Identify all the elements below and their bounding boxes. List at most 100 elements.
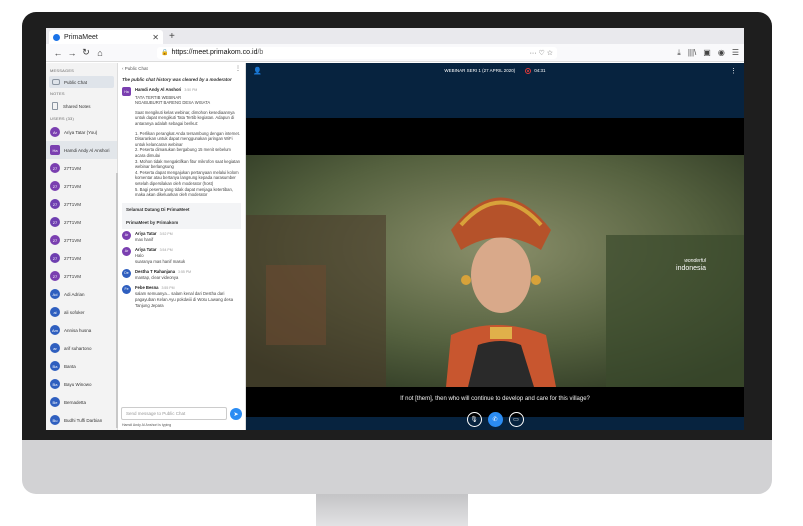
monitor-stand (316, 494, 468, 526)
user-list-item[interactable]: al ali sofoker (46, 303, 117, 321)
user-name: Banta (64, 363, 76, 369)
message-heading: TATA TERTIB WEBINAR NGABUBURIT BARENG DE… (135, 94, 211, 106)
tab-title: PrimaMeet (64, 33, 98, 41)
user-list-item[interactable]: 27 27T1VM (46, 213, 117, 231)
sender-name: Ariya Tatar (135, 246, 157, 252)
chat-panel: ‹ Public Chat ⋮ The public chat history … (118, 63, 246, 430)
url-bar[interactable]: 🔒 https://meet.primakom.co.id/b ··· ♡ ☆ (157, 46, 557, 59)
shared-notes-item[interactable]: Shared Notes (49, 100, 114, 112)
user-list-item[interactable]: Ba Banta (46, 357, 117, 375)
message-time: 3:55 PM (178, 269, 192, 274)
browser-toolbar: ← → ↻ ⌂ 🔒 https://meet.primakom.co.id/b … (46, 44, 744, 62)
user-list-item[interactable]: Ba Bayu Winowo (46, 375, 117, 393)
back-icon[interactable]: ← (51, 48, 65, 58)
url-path: /b (257, 49, 264, 56)
download-icon[interactable]: ⤓ (677, 48, 681, 58)
user-name: arif suhartono (64, 345, 92, 351)
sender-name: Hamdi Andy Al Anshori (135, 87, 182, 92)
sender-name: Destha T Rahanjana (135, 268, 176, 274)
avatar: Ar (122, 230, 131, 240)
user-list-item[interactable]: Be Bernadetta (46, 393, 117, 411)
back-to-public-chat[interactable]: ‹ Public Chat (122, 66, 148, 71)
phone-icon[interactable]: ✆ (487, 412, 503, 427)
forward-icon[interactable]: → (65, 48, 79, 58)
user-list-item[interactable]: 27 27T1VM (46, 249, 117, 267)
watermark-top: wonderful (684, 258, 706, 264)
message-time: 3:50 PM (184, 88, 198, 92)
browser-tab[interactable]: PrimaMeet ✕ (49, 30, 163, 44)
screen-share-icon[interactable]: ▭ (508, 412, 524, 427)
video-frame: wonderful indonesia (246, 155, 744, 387)
user-name: 27T1VM (64, 183, 82, 189)
record-icon[interactable] (525, 68, 532, 74)
document-icon (52, 102, 58, 110)
lock-icon: 🔒 (161, 50, 169, 56)
message-text: max hanif (135, 237, 154, 243)
user-name: Bayu Winowo (64, 381, 92, 387)
user-list: Ar Ariya Tatar (You) Ha Hamdi Andy Al Ansho… (46, 123, 117, 429)
user-list-item[interactable]: 27 27T1VM (46, 231, 117, 249)
user-list-item[interactable]: Am Annisa husna (46, 321, 117, 339)
user-list-panel: MESSAGES Public Chat NOTES Shared Notes … (46, 63, 118, 430)
user-list-item[interactable]: Bu Budhi Tuffi Darbian (46, 411, 117, 429)
library-icon[interactable]: |||\ (688, 48, 696, 58)
user-list-item[interactable]: 27 27T1VM (46, 195, 117, 213)
public-chat-label: Public Chat (64, 79, 88, 85)
user-list-item[interactable]: ar arif suhartono (46, 339, 117, 357)
avatar: Am (50, 325, 60, 335)
avatar: Ha (50, 145, 60, 155)
user-name: Adi Adrian (64, 291, 85, 297)
user-list-item[interactable]: Ha Hamdi Andy Al Anshori (46, 141, 117, 159)
url-domain: https://meet.primakom.co.id (171, 49, 258, 56)
microphone-icon[interactable]: 🎙 (466, 412, 482, 427)
message-time: 3:54 PM (159, 247, 173, 252)
chat-message: Fe Febe Besna 3:55 PM salam semuanya... sal… (118, 283, 245, 310)
avatar: Ba (50, 379, 60, 389)
watermark-bottom: indonesia (676, 265, 706, 272)
avatar: Fe (122, 284, 131, 294)
user-list-item[interactable]: 27 27T1VM (46, 177, 117, 195)
home-icon[interactable]: ⌂ (93, 48, 107, 58)
avatar: 27 (50, 199, 60, 209)
chat-input[interactable]: Send message to Public Chat (121, 407, 227, 420)
toolbar-right: ⤓ |||\ ▣ ◉ ☰ (677, 48, 739, 58)
avatar: 27 (50, 253, 60, 263)
page-actions-icon[interactable]: ··· ♡ ☆ (530, 49, 553, 57)
user-list-item[interactable]: 27 27T1VM (46, 267, 117, 285)
close-tab-icon[interactable]: ✕ (152, 33, 159, 42)
avatar: Ha (122, 87, 131, 96)
avatar: 27 (50, 271, 60, 281)
user-list-item[interactable]: Ad Adi Adrian (46, 285, 117, 303)
chat-bubble-icon (52, 79, 60, 85)
user-name: 27T1VM (64, 219, 82, 225)
public-chat-item[interactable]: Public Chat (49, 76, 114, 88)
chat-message: Ar Ariya Tatar 3:52 PM max hanif (118, 229, 245, 245)
video-subtitle: If not [them], then who will continue to… (400, 396, 590, 402)
new-tab-button[interactable]: + (169, 30, 175, 44)
avatar: al (50, 307, 60, 317)
sidebar-icon[interactable]: ▣ (703, 48, 711, 58)
chat-options-icon[interactable]: ⋮ (235, 65, 241, 72)
messages-label: MESSAGES (50, 68, 75, 73)
user-list-item[interactable]: 27 27T1VM (46, 159, 117, 177)
avatar: Ad (50, 289, 60, 299)
user-name: 27T1VM (64, 237, 82, 243)
chat-message: De Destha T Rahanjana 3:55 PM mantap, clear… (118, 267, 245, 283)
send-icon[interactable]: ➤ (230, 408, 242, 420)
media-controls: 🎙 ✆ ▭ (246, 412, 744, 427)
user-name: 27T1VM (64, 201, 82, 207)
user-list-item[interactable]: Ar Ariya Tatar (You) (46, 123, 117, 141)
sender-name: Febe Besna (135, 284, 159, 290)
avatar: 27 (50, 235, 60, 245)
menu-icon[interactable]: ☰ (732, 48, 739, 58)
avatar: ar (50, 343, 60, 353)
avatar: 27 (50, 163, 60, 173)
message-rules: 1. Perlikan perangkat Anda tersambung de… (135, 130, 240, 198)
shared-notes-label: Shared Notes (63, 103, 91, 109)
account-icon[interactable]: ◉ (718, 48, 725, 58)
typing-indicator: Hamdi Andy Al Anshori is typing (122, 423, 172, 427)
message-text: mantap, clear videonya (135, 275, 179, 281)
reload-icon[interactable]: ↻ (79, 47, 93, 58)
avatar: Be (50, 397, 60, 407)
user-name: Budhi Tuffi Darbian (64, 417, 103, 423)
